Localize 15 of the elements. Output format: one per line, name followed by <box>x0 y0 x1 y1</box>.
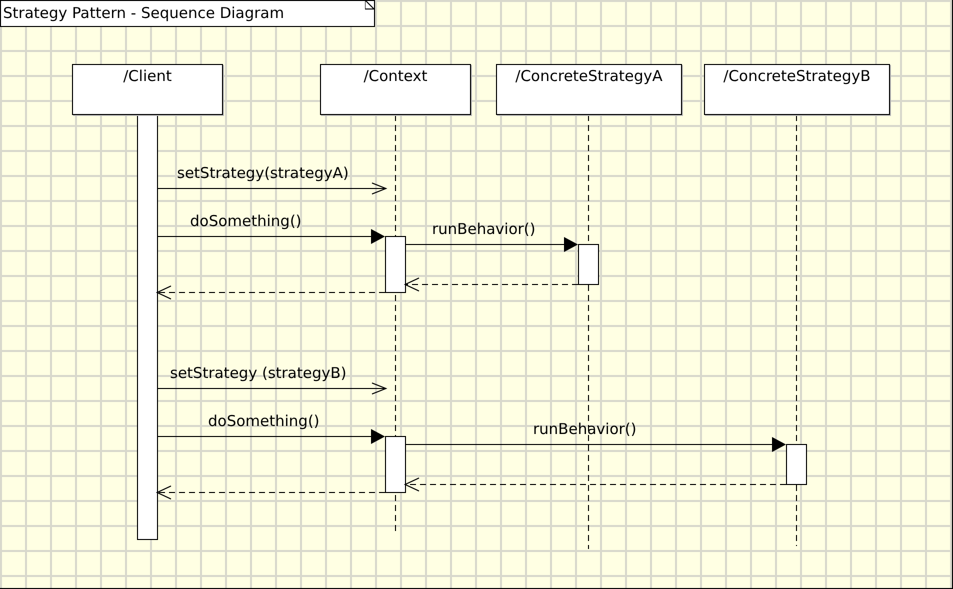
lifeline-header: /ConcreteStrategyA <box>496 64 682 115</box>
lifeline-header: /ConcreteStrategyB <box>704 64 890 115</box>
activation-bar <box>385 436 406 493</box>
message-label: runBehavior() <box>533 420 636 438</box>
lifeline-header: /Client <box>72 64 223 115</box>
message-label: setStrategy (strategyB) <box>170 364 347 382</box>
message-label: doSomething() <box>190 212 302 230</box>
message-label: doSomething() <box>208 412 320 430</box>
diagram-title: Strategy Pattern - Sequence Diagram <box>0 0 375 27</box>
activation-bar <box>786 444 807 485</box>
message-label: runBehavior() <box>432 220 536 238</box>
activation-bar <box>385 236 406 293</box>
activation-bar <box>578 244 599 285</box>
lifeline-header: /Context <box>320 64 471 115</box>
message-label: setStrategy(strategyA) <box>177 164 349 182</box>
